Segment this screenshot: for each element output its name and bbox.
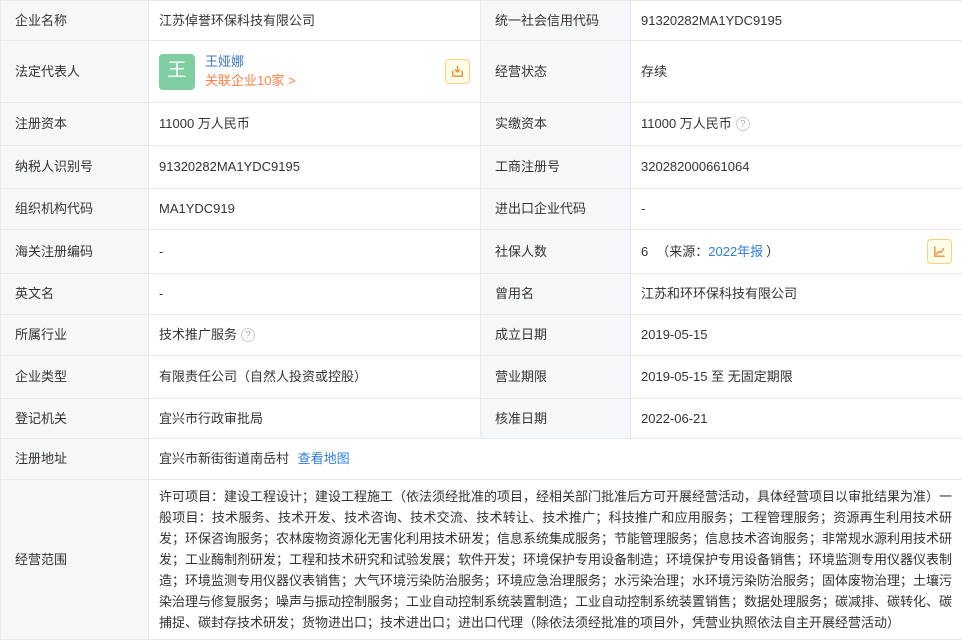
table-row: 海关注册编码 - 社保人数 6 （来源： 2022年报 ） (1, 230, 962, 274)
taxpayer-id-value: 91320282MA1YDC9195 (149, 146, 481, 189)
help-icon[interactable]: ? (241, 328, 255, 342)
table-row: 注册资本 11000 万人民币 实缴资本 11000 万人民币? (1, 103, 962, 146)
import-export-code-label: 进出口企业代码 (481, 189, 631, 230)
table-row: 英文名 - 曾用名 江苏和环环保科技有限公司 (1, 274, 962, 315)
approval-date-value: 2022-06-21 (631, 399, 962, 439)
business-reg-no-label: 工商注册号 (481, 146, 631, 189)
social-security-source-prefix: （来源： (656, 242, 708, 262)
registered-address-label: 注册地址 (1, 439, 149, 480)
company-type-value: 有限责任公司（自然人投资或控股） (149, 356, 481, 399)
taxpayer-id-label: 纳税人识别号 (1, 146, 149, 189)
legal-rep-name-link[interactable]: 王娅娜 (205, 53, 296, 71)
table-row: 组织机构代码 MA1YDC919 进出口企业代码 - (1, 189, 962, 230)
former-name-label: 曾用名 (481, 274, 631, 315)
former-name-value: 江苏和环环保科技有限公司 (631, 274, 962, 315)
industry-label: 所属行业 (1, 315, 149, 356)
english-name-label: 英文名 (1, 274, 149, 315)
status-label: 经营状态 (481, 41, 631, 103)
table-row: 企业类型 有限责任公司（自然人投资或控股） 营业期限 2019-05-15 至 … (1, 356, 962, 399)
customs-code-label: 海关注册编码 (1, 230, 149, 274)
legal-rep-label: 法定代表人 (1, 41, 149, 103)
table-row: 所属行业 技术推广服务? 成立日期 2019-05-15 (1, 315, 962, 356)
founded-date-label: 成立日期 (481, 315, 631, 356)
business-reg-no-value: 320282000661064 (631, 146, 962, 189)
approval-date-label: 核准日期 (481, 399, 631, 439)
credit-code-label: 统一社会信用代码 (481, 1, 631, 41)
company-type-label: 企业类型 (1, 356, 149, 399)
social-security-source-suffix: ） (766, 242, 779, 262)
view-map-link[interactable]: 查看地图 (298, 451, 350, 466)
company-name-label: 企业名称 (1, 1, 149, 41)
table-row: 企业名称 江苏倬誉环保科技有限公司 统一社会信用代码 91320282MA1YD… (1, 1, 962, 41)
credit-code-value: 91320282MA1YDC9195 (631, 1, 962, 41)
founded-date-value: 2019-05-15 (631, 315, 962, 356)
download-icon (450, 64, 465, 79)
table-row: 法定代表人 王 王娅娜 关联企业10家 > 经营状态 存续 (1, 41, 962, 103)
table-row: 登记机关 宜兴市行政审批局 核准日期 2022-06-21 (1, 399, 962, 439)
import-export-code-value: - (631, 189, 962, 230)
registered-address-value: 宜兴市新街街道南岳村 (159, 451, 289, 466)
industry-value: 技术推广服务 (159, 327, 237, 342)
registration-authority-value: 宜兴市行政审批局 (149, 399, 481, 439)
line-chart-icon (932, 244, 947, 259)
social-security-label: 社保人数 (481, 230, 631, 274)
table-row: 经营范围 许可项目：建设工程设计；建设工程施工（依法须经批准的项目，经相关部门批… (1, 480, 962, 640)
paid-capital-value: 11000 万人民币 (641, 116, 732, 131)
export-button[interactable] (445, 59, 470, 84)
reg-capital-value: 11000 万人民币 (149, 103, 481, 146)
business-scope-value: 许可项目：建设工程设计；建设工程施工（依法须经批准的项目，经相关部门批准后方可开… (159, 486, 952, 633)
social-security-count: 6 (641, 242, 648, 262)
help-icon[interactable]: ? (736, 117, 750, 131)
company-info-table: 企业名称 江苏倬誉环保科技有限公司 统一社会信用代码 91320282MA1YD… (0, 0, 962, 640)
related-companies-link[interactable]: 关联企业10家 > (205, 72, 296, 90)
company-name-value: 江苏倬誉环保科技有限公司 (149, 1, 481, 41)
english-name-value: - (149, 274, 481, 315)
business-term-label: 营业期限 (481, 356, 631, 399)
registration-authority-label: 登记机关 (1, 399, 149, 439)
business-scope-label: 经营范围 (1, 480, 149, 640)
org-code-label: 组织机构代码 (1, 189, 149, 230)
business-term-value: 2019-05-15 至 无固定期限 (631, 356, 962, 399)
trend-chart-button[interactable] (927, 239, 952, 264)
reg-capital-label: 注册资本 (1, 103, 149, 146)
paid-capital-label: 实缴资本 (481, 103, 631, 146)
status-value: 存续 (631, 41, 962, 103)
table-row: 注册地址 宜兴市新街街道南岳村 查看地图 (1, 439, 962, 480)
table-row: 纳税人识别号 91320282MA1YDC9195 工商注册号 32028200… (1, 146, 962, 189)
org-code-value: MA1YDC919 (149, 189, 481, 230)
customs-code-value: - (149, 230, 481, 274)
avatar: 王 (159, 54, 195, 90)
annual-report-link[interactable]: 2022年报 (708, 242, 763, 262)
